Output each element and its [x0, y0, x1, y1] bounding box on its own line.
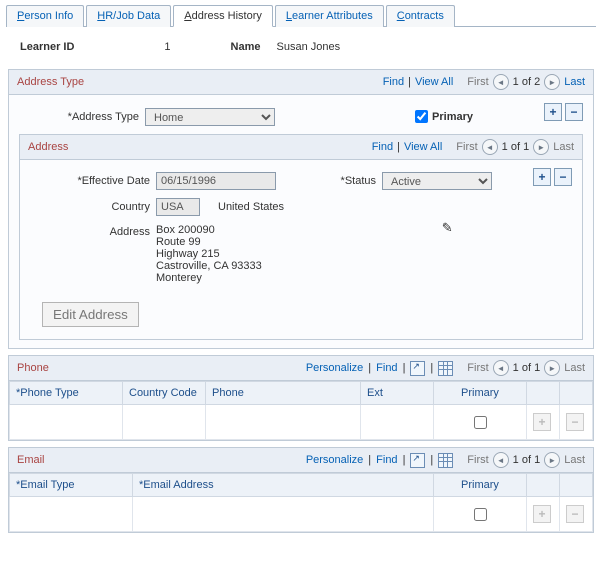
tab-address-history[interactable]: Address History [173, 5, 273, 27]
pager-prev-icon[interactable]: ◄ [493, 452, 509, 468]
pager-last[interactable]: Last [553, 141, 574, 153]
pager-next-icon[interactable]: ► [544, 452, 560, 468]
effective-date-input[interactable] [156, 172, 276, 190]
delete-row-button[interactable]: − [554, 168, 572, 186]
add-row-button[interactable]: + [544, 103, 562, 121]
col-ext[interactable]: Ext [361, 382, 434, 405]
name-label: Name [231, 41, 261, 53]
add-row-button[interactable]: + [533, 168, 551, 186]
col-primary[interactable]: Primary [434, 474, 527, 497]
address-type-viewall-link[interactable]: View All [415, 76, 453, 88]
pager-text: 1 of 1 [502, 141, 530, 153]
address-type-panel: Address Type Find | View All First ◄ 1 o… [8, 69, 594, 349]
cursor-icon: ✎ [442, 220, 453, 236]
pager-last[interactable]: Last [564, 362, 585, 374]
col-primary[interactable]: Primary [434, 382, 527, 405]
address-line: Route 99 [156, 236, 262, 248]
edit-address-button[interactable]: Edit Address [42, 302, 139, 327]
pager-next-icon[interactable]: ► [544, 74, 560, 90]
address-find-link[interactable]: Find [372, 141, 393, 153]
grid-icon[interactable] [438, 361, 453, 376]
tab-contracts[interactable]: Contracts [386, 5, 455, 27]
col-email-address[interactable]: Email Address [139, 479, 214, 491]
primary-label: Primary [432, 111, 473, 123]
address-line: Castroville, CA 93333 [156, 260, 262, 272]
table-row: + − [10, 405, 593, 440]
row-primary-checkbox[interactable] [474, 416, 487, 429]
address-type-field-label: Address Type [19, 111, 145, 123]
pager-last[interactable]: Last [564, 454, 585, 466]
phone-table: Phone Type Country Code Phone Ext Primar… [9, 381, 593, 440]
primary-checkbox[interactable] [415, 110, 428, 123]
learner-id-value: 1 [164, 41, 170, 53]
col-phone-type[interactable]: Phone Type [16, 387, 79, 399]
phone-find-link[interactable]: Find [376, 362, 397, 374]
add-row-button[interactable]: + [533, 413, 551, 431]
email-table: Email Type Email Address Primary + − [9, 473, 593, 532]
phone-title: Phone [17, 362, 49, 374]
country-name: United States [218, 201, 284, 213]
pager-text: 1 of 1 [513, 362, 541, 374]
delete-row-button[interactable]: − [566, 505, 584, 523]
tab-person-info[interactable]: Person Info [6, 5, 84, 27]
pager-first[interactable]: First [467, 76, 488, 88]
phone-grid: Phone Personalize | Find | | First ◄ 1 o… [8, 355, 594, 441]
separator: | [397, 141, 400, 153]
email-grid-head: Email Personalize | Find | | First ◄ 1 o… [9, 448, 593, 473]
grid-icon[interactable] [438, 453, 453, 468]
address-block: Box 200090 Route 99 Highway 215 Castrovi… [156, 224, 262, 284]
pager-prev-icon[interactable]: ◄ [482, 139, 498, 155]
address-viewall-link[interactable]: View All [404, 141, 442, 153]
pager-first[interactable]: First [467, 362, 488, 374]
row-primary-checkbox[interactable] [474, 508, 487, 521]
address-line: Highway 215 [156, 248, 262, 260]
address-panel: Address Find | View All First ◄ 1 of 1 ►… [19, 134, 583, 340]
tab-strip: Person Info HR/Job Data Address History … [6, 4, 596, 27]
status-label: Status [341, 175, 382, 187]
pager-prev-icon[interactable]: ◄ [493, 74, 509, 90]
pager-first[interactable]: First [467, 454, 488, 466]
table-row: + − [10, 497, 593, 532]
phone-grid-head: Phone Personalize | Find | | First ◄ 1 o… [9, 356, 593, 381]
add-row-button[interactable]: + [533, 505, 551, 523]
address-label: Address [30, 224, 156, 238]
learner-id-label: Learner ID [20, 41, 74, 53]
col-email-type[interactable]: Email Type [16, 479, 75, 491]
tab-learner-attributes[interactable]: Learner Attributes [275, 5, 384, 27]
status-select[interactable]: Active [382, 172, 492, 190]
tab-hr-job-data[interactable]: HR/Job Data [86, 5, 171, 27]
personalize-link[interactable]: Personalize [306, 454, 363, 466]
address-title: Address [28, 141, 68, 153]
pager-first[interactable]: First [456, 141, 477, 153]
email-title: Email [17, 454, 45, 466]
delete-row-button[interactable]: − [566, 413, 584, 431]
address-type-title: Address Type [17, 76, 84, 88]
effective-date-label: Effective Date [30, 175, 156, 187]
country-code-input[interactable] [156, 198, 200, 216]
learner-header: Learner ID 1 Name Susan Jones [0, 27, 602, 63]
col-phone[interactable]: Phone [206, 382, 361, 405]
pager-prev-icon[interactable]: ◄ [493, 360, 509, 376]
address-type-panel-head: Address Type Find | View All First ◄ 1 o… [9, 70, 593, 95]
delete-row-button[interactable]: − [565, 103, 583, 121]
pager-last[interactable]: Last [564, 76, 585, 88]
address-type-select[interactable]: Home [145, 108, 275, 126]
pager-text: 1 of 2 [513, 76, 541, 88]
address-panel-head: Address Find | View All First ◄ 1 of 1 ►… [20, 135, 582, 160]
col-country-code[interactable]: Country Code [123, 382, 206, 405]
address-type-find-link[interactable]: Find [383, 76, 404, 88]
pager-next-icon[interactable]: ► [544, 360, 560, 376]
pager-next-icon[interactable]: ► [533, 139, 549, 155]
email-grid: Email Personalize | Find | | First ◄ 1 o… [8, 447, 594, 533]
popout-icon[interactable] [410, 361, 425, 376]
email-find-link[interactable]: Find [376, 454, 397, 466]
address-line: Box 200090 [156, 224, 262, 236]
popout-icon[interactable] [410, 453, 425, 468]
country-label: Country [30, 201, 156, 213]
personalize-link[interactable]: Personalize [306, 362, 363, 374]
pager-text: 1 of 1 [513, 454, 541, 466]
name-value: Susan Jones [277, 41, 341, 53]
separator: | [408, 76, 411, 88]
address-line: Monterey [156, 272, 262, 284]
